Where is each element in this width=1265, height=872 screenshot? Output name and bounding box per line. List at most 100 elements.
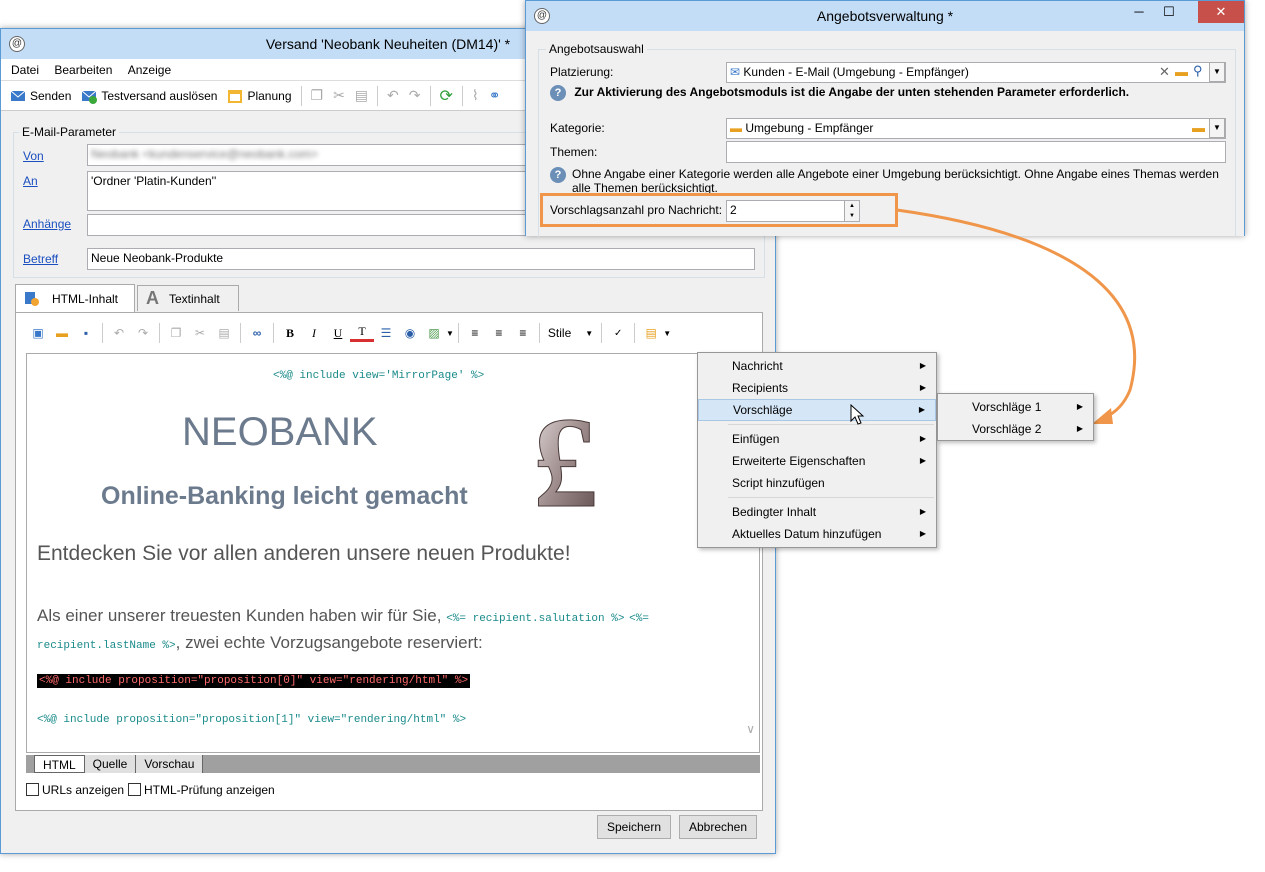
count-field[interactable]: 2 [726,200,860,222]
new-icon[interactable]: ▣ [26,321,50,345]
editor-panel: ▣ ▬ ▪ ↶ ↷ ❐ ✂ ▤ ∞ B I U T ☰ ◉ ▨ ▼ ≡ ≡ ≡ [15,313,763,811]
show-urls-check[interactable] [26,783,39,796]
spin-up-icon[interactable]: ▲ [845,201,859,211]
align-left-icon[interactable]: ≡ [463,321,487,345]
scroll-down-icon[interactable]: ∨ [746,722,755,736]
menu-item-propositions[interactable]: Vorschläge ▶ [698,399,936,421]
planning-button[interactable]: Planung [222,84,296,108]
calendar-icon [228,89,243,103]
align-center-icon[interactable]: ≡ [487,321,511,345]
menu-item-advanced-properties-label: Erweiterte Eigenschaften [732,454,866,468]
body-paragraph: Als einer unserer treuesten Kunden haben… [37,604,727,658]
category-field[interactable]: ▬ Umgebung - Empfänger [726,118,1226,139]
underline-button[interactable]: U [326,321,350,345]
to-link[interactable]: An [23,174,38,188]
from-value: Neobank <kundenservice@neobank.com> [91,147,318,161]
text-color-icon[interactable]: T [350,324,374,342]
paste-icon[interactable]: ▤ [350,87,373,104]
undo-icon[interactable]: ↶ [382,87,404,104]
proposition-0-include[interactable]: <%@ include proposition="proposition[0]"… [37,674,471,688]
offer-window-title: Angebotsverwaltung * [816,8,954,24]
editor-copy-icon[interactable]: ❐ [164,321,188,345]
test-send-button[interactable]: Testversand auslösen [76,84,222,108]
placement-search-icon[interactable]: ⚲ [1193,63,1203,79]
html-check-check[interactable] [128,783,141,796]
text-content-icon: A [146,288,159,308]
menu-item-add-script[interactable]: Script hinzufügen [698,472,936,494]
menu-item-add-date[interactable]: Aktuelles Datum hinzufügen ▶ [698,523,936,545]
html-check-checkbox[interactable]: HTML-Prüfung anzeigen [128,783,275,797]
submenu-item-propositions-2[interactable]: Vorschläge 2 ▶ [938,418,1093,440]
cancel-button[interactable]: Abbrechen [679,815,757,839]
salutation-code: <%= recipient.salutation %> [446,613,625,625]
minimize-icon[interactable]: ─ [1124,1,1154,23]
editor-redo-icon[interactable]: ↷ [131,321,155,345]
personalization-dropdown-icon[interactable]: ▼ [663,329,671,338]
submenu-item-propositions-1[interactable]: Vorschläge 1 ▶ [938,396,1093,418]
bold-button[interactable]: B [278,321,302,345]
menu-edit[interactable]: Bearbeiten [48,59,118,81]
placement-value: Kunden - E-Mail (Umgebung - Empfänger) [743,65,969,79]
send-label: Senden [30,88,72,103]
placement-folder-icon[interactable]: ▬ [1175,64,1188,79]
menu-file[interactable]: Datei [5,59,45,81]
close-icon[interactable]: ✕ [1198,1,1244,23]
subject-field[interactable]: Neue Neobank-Produkte [87,248,755,270]
view-tab-html[interactable]: HTML [34,755,85,773]
open-folder-icon[interactable]: ▬ [50,321,74,345]
themes-field[interactable] [726,141,1226,163]
category-dropdown-icon[interactable]: ▼ [1209,118,1225,138]
list-icon[interactable]: ☰ [374,321,398,345]
tab-html-label: HTML-Inhalt [52,291,119,306]
editor-cut-icon[interactable]: ✂ [188,321,212,345]
save-button[interactable]: Speichern [597,815,671,839]
placement-field[interactable]: ✉ Kunden - E-Mail (Umgebung - Empfänger) [726,62,1226,83]
style-dropdown[interactable]: Stile ▼ [544,326,597,340]
view-tab-preview[interactable]: Vorschau [136,755,204,773]
image-dropdown-icon[interactable]: ▼ [446,329,454,338]
offer-title-bar[interactable]: @ Angebotsverwaltung * ─ ☐ ✕ [526,1,1244,31]
maximize-icon[interactable]: ☐ [1154,1,1184,23]
submenu-arrow-icon: ▶ [1076,424,1083,433]
align-right-icon[interactable]: ≡ [511,321,535,345]
cut-icon[interactable]: ✂ [328,87,350,104]
offer-window: @ Angebotsverwaltung * ─ ☐ ✕ Angebotsaus… [525,0,1245,237]
show-urls-checkbox[interactable]: URLs anzeigen [26,783,124,797]
editor-undo-icon[interactable]: ↶ [107,321,131,345]
personalization-icon[interactable]: ▤ [639,321,663,345]
globe-link-icon[interactable]: ◉ [398,321,422,345]
spellcheck-icon[interactable]: ✓ [606,321,630,345]
send-button[interactable]: Senden [5,84,76,108]
spin-down-icon[interactable]: ▼ [845,211,859,221]
category-open-folder-icon[interactable]: ▬ [1192,120,1205,135]
placement-dropdown-icon[interactable]: ▼ [1209,62,1225,82]
copy-icon[interactable]: ❐ [306,87,329,104]
html-content-area[interactable]: <%@ include view='MirrorPage' %> NEOBANK… [26,353,760,753]
editor-paste-icon[interactable]: ▤ [212,321,236,345]
redo-icon[interactable]: ↷ [404,87,426,104]
italic-button[interactable]: I [302,321,326,345]
view-tab-source[interactable]: Quelle [84,755,137,773]
menu-item-insert[interactable]: Einfügen ▶ [698,428,936,450]
info-activation: ? Zur Aktivierung des Angebotsmoduls ist… [550,85,1129,101]
menu-view[interactable]: Anzeige [122,59,177,81]
menu-item-message[interactable]: Nachricht ▶ [698,355,936,377]
menu-item-propositions-label: Vorschläge [733,403,793,417]
menu-item-advanced-properties[interactable]: Erweiterte Eigenschaften ▶ [698,450,936,472]
subject-link[interactable]: Betreff [23,252,58,266]
tab-text-content[interactable]: A Textinhalt [137,285,239,311]
menu-item-conditional-content[interactable]: Bedingter Inhalt ▶ [698,501,936,523]
image-icon[interactable]: ▨ [422,321,446,345]
count-spinner[interactable]: ▲ ▼ [844,201,859,221]
tab-html-content[interactable]: HTML-Inhalt [15,284,135,312]
placement-clear-icon[interactable]: ✕ [1159,64,1170,80]
save-icon[interactable]: ▪ [74,321,98,345]
find-binoculars-icon[interactable]: ∞ [245,321,269,345]
from-link[interactable]: Von [23,149,44,163]
editor-separator [538,323,540,343]
menu-item-recipients[interactable]: Recipients ▶ [698,377,936,399]
link-icon[interactable]: ⚭ [484,87,506,104]
refresh-icon[interactable]: ⟳ [435,86,458,106]
attachments-link[interactable]: Anhänge [23,217,71,231]
attachment-icon[interactable]: ⌇ [467,87,484,104]
